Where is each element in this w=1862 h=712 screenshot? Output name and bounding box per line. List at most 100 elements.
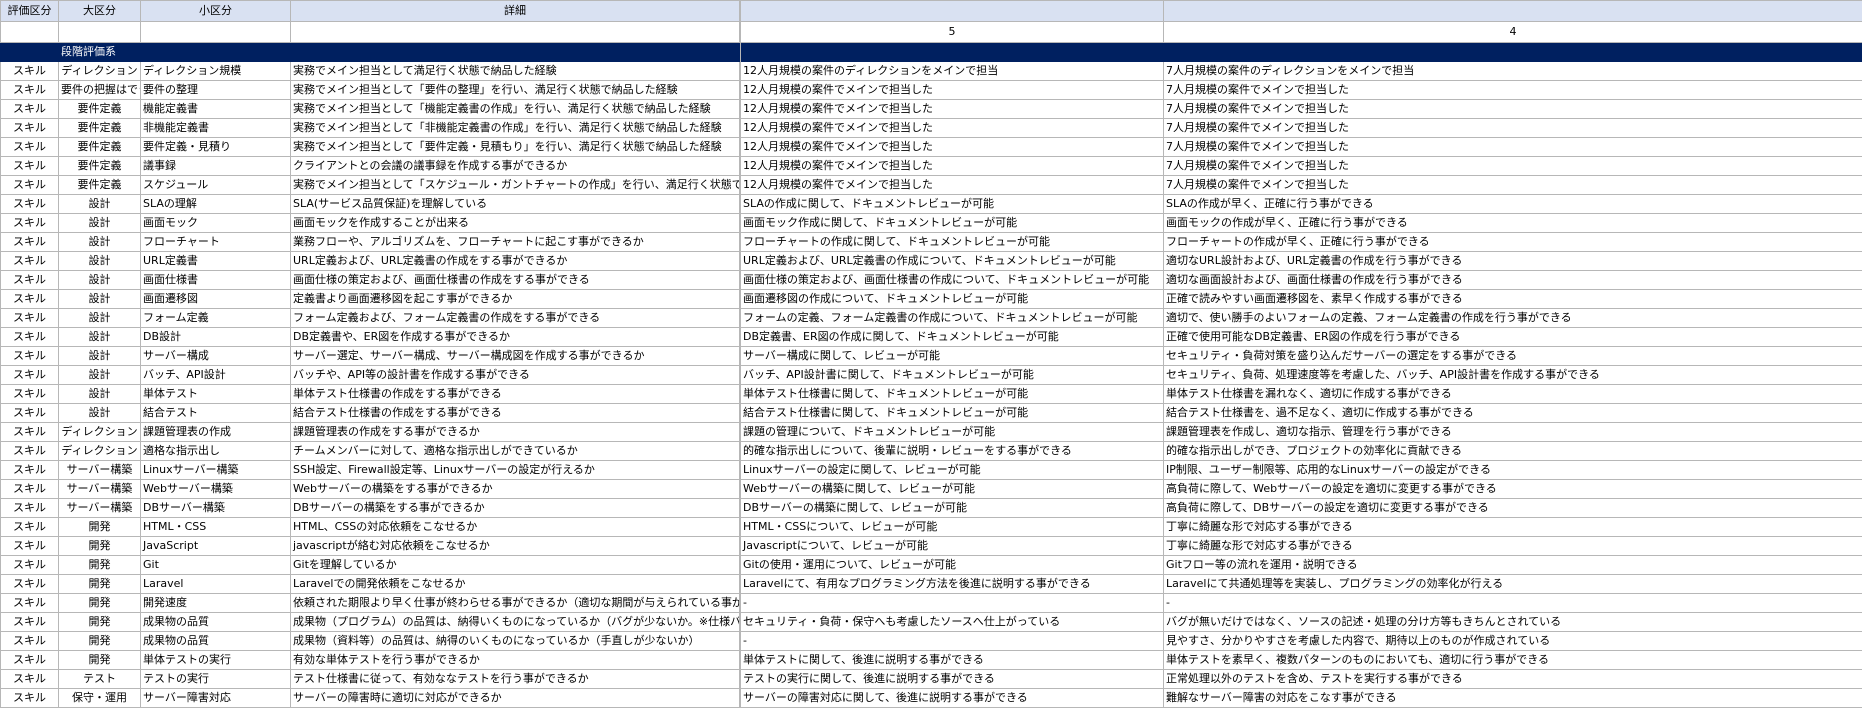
cell-minor-category[interactable]: 非機能定義書 (140, 118, 291, 138)
cell-major-category[interactable]: 開発 (58, 574, 141, 594)
cell-eval-category[interactable]: スキル (0, 137, 59, 157)
cell-major-category[interactable]: 設計 (58, 194, 141, 214)
cell-detail[interactable]: 実務でメイン担当として満足行く状態で納品した経験 (290, 61, 740, 81)
cell-eval-category[interactable]: スキル (0, 441, 59, 461)
cell-major-category[interactable]: 設計 (58, 403, 141, 423)
cell-detail[interactable]: 実務でメイン担当として「要件定義・見積もり」を行い、満足行く状態で納品した経験 (290, 137, 740, 157)
cell-level-4[interactable]: 適切なURL設計および、URL定義書の作成を行う事ができる (1163, 251, 1862, 271)
section-label[interactable]: 段階評価系 (58, 42, 740, 62)
cell[interactable] (140, 21, 291, 43)
cell-level-4[interactable]: 適切で、使い勝手のよいフォームの定義、フォーム定義書の作成を行う事ができる (1163, 308, 1862, 328)
cell-detail[interactable]: バッチや、API等の設計書を作成する事ができる (290, 365, 740, 385)
cell-major-category[interactable]: 要件定義 (58, 99, 141, 119)
cell-level-5[interactable]: 課題の管理について、ドキュメントレビューが可能 (740, 422, 1164, 442)
cell-eval-category[interactable]: スキル (0, 270, 59, 290)
cell-level-5[interactable]: SLAの作成に関して、ドキュメントレビューが可能 (740, 194, 1164, 214)
cell-minor-category[interactable]: 要件定義・見積り (140, 137, 291, 157)
cell-minor-category[interactable]: SLAの理解 (140, 194, 291, 214)
header-minor-category[interactable]: 小区分 (140, 0, 291, 22)
cell-major-category[interactable]: 開発 (58, 593, 141, 613)
cell-major-category[interactable]: 設計 (58, 289, 141, 309)
cell-eval-category[interactable]: スキル (0, 574, 59, 594)
cell-eval-category[interactable]: スキル (0, 460, 59, 480)
cell-detail[interactable]: 成果物（プログラム）の品質は、納得いくものになっているか（バグが少ないか。※仕様… (290, 612, 740, 632)
cell-level-4[interactable]: 丁寧に綺麗な形で対応する事ができる (1163, 536, 1862, 556)
cell-level-5[interactable]: 12人月規模の案件でメインで担当した (740, 80, 1164, 100)
cell-level-5[interactable]: 12人月規模の案件でメインで担当した (740, 99, 1164, 119)
cell-eval-category[interactable]: スキル (0, 327, 59, 347)
cell-eval-category[interactable]: スキル (0, 194, 59, 214)
cell-level-5[interactable]: 結合テスト仕様書に関して、ドキュメントレビューが可能 (740, 403, 1164, 423)
cell-detail[interactable]: 有効な単体テストを行う事ができるか (290, 650, 740, 670)
cell-eval-category[interactable]: スキル (0, 498, 59, 518)
cell-level-4[interactable]: 見やすさ、分かりやすさを考慮した内容で、期待以上のものが作成されている (1163, 631, 1862, 651)
cell-eval-category[interactable]: スキル (0, 688, 59, 708)
cell-eval-category[interactable]: スキル (0, 650, 59, 670)
cell-major-category[interactable]: 設計 (58, 327, 141, 347)
cell-eval-category[interactable]: スキル (0, 61, 59, 81)
cell-level-5[interactable]: 画面モック作成に関して、ドキュメントレビューが可能 (740, 213, 1164, 233)
cell-detail[interactable]: クライアントとの会議の議事録を作成する事ができるか (290, 156, 740, 176)
level-4-header[interactable]: 4 (1163, 21, 1862, 43)
cell-level-4[interactable]: 丁寧に綺麗な形で対応する事ができる (1163, 517, 1862, 537)
cell-major-category[interactable]: 要件の把握はでき (58, 80, 141, 100)
cell-detail[interactable]: サーバー選定、サーバー構成、サーバー構成図を作成する事ができるか (290, 346, 740, 366)
cell-detail[interactable]: フォーム定義および、フォーム定義書の作成をする事ができる (290, 308, 740, 328)
cell-level-4[interactable]: 高負荷に際して、DBサーバーの設定を適切に変更する事ができる (1163, 498, 1862, 518)
cell-minor-category[interactable]: バッチ、API設計 (140, 365, 291, 385)
cell-level-5[interactable]: Javascriptについて、レビューが可能 (740, 536, 1164, 556)
cell-level-5[interactable]: Laravelにて、有用なプログラミング方法を後進に説明する事ができる (740, 574, 1164, 594)
cell-minor-category[interactable]: ディレクション規模 (140, 61, 291, 81)
cell-level-5[interactable]: DBサーバーの構築に関して、レビューが可能 (740, 498, 1164, 518)
cell-level-5[interactable]: 12人月規模の案件でメインで担当した (740, 175, 1164, 195)
cell-minor-category[interactable]: Git (140, 555, 291, 575)
cell-major-category[interactable]: 開発 (58, 612, 141, 632)
cell-minor-category[interactable]: 適格な指示出し (140, 441, 291, 461)
cell-minor-category[interactable]: 画面仕様書 (140, 270, 291, 290)
cell-detail[interactable]: チームメンバーに対して、適格な指示出しができているか (290, 441, 740, 461)
cell-detail[interactable]: サーバーの障害時に適切に対応ができるか (290, 688, 740, 708)
cell-minor-category[interactable]: 画面モック (140, 213, 291, 233)
cell-detail[interactable]: DBサーバーの構築をする事ができるか (290, 498, 740, 518)
cell-eval-category[interactable]: スキル (0, 631, 59, 651)
cell-eval-category[interactable]: スキル (0, 593, 59, 613)
cell-level-5[interactable]: 画面遷移図の作成について、ドキュメントレビューが可能 (740, 289, 1164, 309)
cell-level-4[interactable]: 高負荷に際して、Webサーバーの設定を適切に変更する事ができる (1163, 479, 1862, 499)
cell-minor-category[interactable]: 単体テスト (140, 384, 291, 404)
cell-detail[interactable]: 定義書より画面遷移図を起こす事ができるか (290, 289, 740, 309)
cell-major-category[interactable]: テスト (58, 669, 141, 689)
cell-level-4[interactable]: 正常処理以外のテストを含め、テストを実行する事ができる (1163, 669, 1862, 689)
cell-level-4[interactable]: 難解なサーバー障害の対応をこなす事ができる (1163, 688, 1862, 708)
cell-minor-category[interactable]: HTML・CSS (140, 517, 291, 537)
cell-minor-category[interactable]: サーバー障害対応 (140, 688, 291, 708)
cell-minor-category[interactable]: JavaScript (140, 536, 291, 556)
cell-level-4[interactable]: SLAの作成が早く、正確に行う事ができる (1163, 194, 1862, 214)
cell-eval-category[interactable]: スキル (0, 232, 59, 252)
cell-minor-category[interactable]: 成果物の品質 (140, 631, 291, 651)
cell-level-5[interactable]: サーバー構成に関して、レビューが可能 (740, 346, 1164, 366)
cell-level-4[interactable]: 7人月規模の案件でメインで担当した (1163, 118, 1862, 138)
cell-level-5[interactable]: DB定義書、ER図の作成に関して、ドキュメントレビューが可能 (740, 327, 1164, 347)
cell-detail[interactable]: URL定義および、URL定義書の作成をする事ができるか (290, 251, 740, 271)
cell-level-5[interactable]: Linuxサーバーの設定に関して、レビューが可能 (740, 460, 1164, 480)
cell-detail[interactable]: Laravelでの開発依頼をこなせるか (290, 574, 740, 594)
cell-level-4[interactable]: IP制限、ユーザー制限等、応用的なLinuxサーバーの設定ができる (1163, 460, 1862, 480)
cell-eval-category[interactable]: スキル (0, 612, 59, 632)
cell-detail[interactable]: 業務フローや、アルゴリズムを、フローチャートに起こす事ができるか (290, 232, 740, 252)
cell-eval-category[interactable]: スキル (0, 669, 59, 689)
cell[interactable] (290, 21, 740, 43)
cell-major-category[interactable]: 設計 (58, 213, 141, 233)
cell-detail[interactable]: 実務でメイン担当として「スケジュール・ガントチャートの作成」を行い、満足行く状態… (290, 175, 740, 195)
cell-minor-category[interactable]: 開発速度 (140, 593, 291, 613)
cell-detail[interactable]: javascriptが絡む対応依頼をこなせるか (290, 536, 740, 556)
cell-major-category[interactable]: 開発 (58, 555, 141, 575)
cell-eval-category[interactable]: スキル (0, 422, 59, 442)
cell-minor-category[interactable]: 課題管理表の作成 (140, 422, 291, 442)
cell-level-4[interactable]: 課題管理表を作成し、適切な指示、管理を行う事ができる (1163, 422, 1862, 442)
cell-level-5[interactable]: 単体テストに関して、後進に説明する事ができる (740, 650, 1164, 670)
cell-major-category[interactable]: サーバー構築 (58, 498, 141, 518)
header-blank-5[interactable] (740, 0, 1164, 22)
cell-detail[interactable]: 依頼された期限より早く仕事が終わらせる事ができるか（適切な期間が与えられている事… (290, 593, 740, 613)
cell-detail[interactable]: SLA(サービス品質保証)を理解している (290, 194, 740, 214)
cell-major-category[interactable]: 設計 (58, 251, 141, 271)
